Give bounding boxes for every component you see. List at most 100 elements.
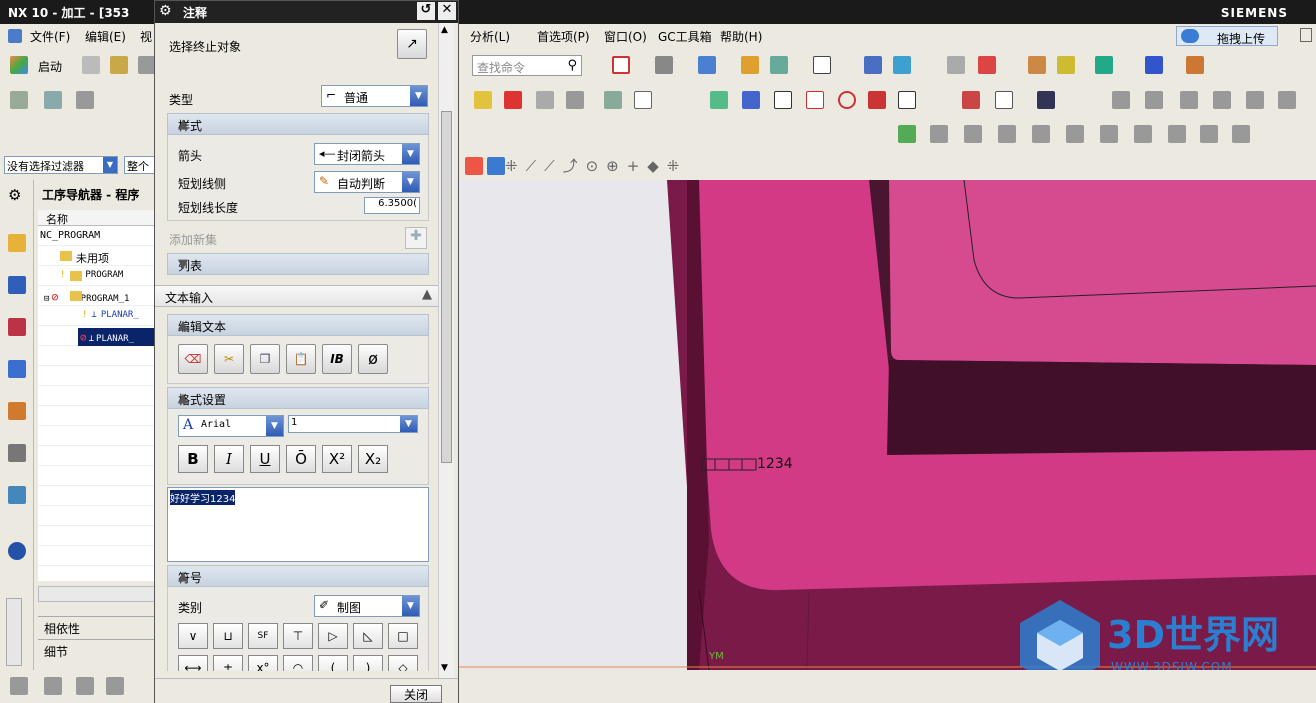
start-menu-button[interactable]: 启动 bbox=[38, 58, 62, 75]
add-set-button[interactable]: ✚ bbox=[405, 227, 427, 249]
create-geometry-icon[interactable] bbox=[76, 91, 94, 109]
report-icon[interactable] bbox=[1232, 125, 1250, 143]
upload-button[interactable]: 拖拽上传 bbox=[1176, 26, 1278, 46]
symbol-arc[interactable]: ◠ bbox=[283, 655, 313, 671]
line-icon[interactable] bbox=[742, 91, 760, 109]
tree-row-selected[interactable]: ⊘ ⊥ PLANAR_ bbox=[78, 328, 155, 346]
new-file-icon[interactable] bbox=[82, 56, 100, 74]
dimension-icon[interactable] bbox=[1145, 56, 1163, 74]
system-materials-icon[interactable] bbox=[8, 402, 26, 420]
symbol-plus-minus[interactable]: ± bbox=[213, 655, 243, 671]
symbol-depth[interactable]: ⊤ bbox=[283, 623, 313, 649]
collapse-icon[interactable]: ⊟ bbox=[44, 294, 49, 304]
font-select[interactable]: A Arial ▼ bbox=[178, 415, 284, 437]
scrollbar-thumb[interactable] bbox=[441, 111, 452, 463]
symbol-square[interactable]: □ bbox=[388, 623, 418, 649]
analysis-icon[interactable] bbox=[1057, 56, 1075, 74]
menu-preferences[interactable]: 首选项(P) bbox=[537, 28, 590, 45]
annotation-text-area[interactable]: 好好学习1234 bbox=[167, 487, 429, 562]
font-size-select[interactable]: 1 ▼ bbox=[288, 415, 418, 433]
subscript-button[interactable]: X₂ bbox=[358, 445, 388, 473]
postprocess-icon[interactable] bbox=[536, 91, 554, 109]
method-view-icon[interactable] bbox=[106, 677, 124, 695]
holder-icon[interactable] bbox=[998, 125, 1016, 143]
geometry-view-icon[interactable] bbox=[76, 677, 94, 695]
process-studio-icon[interactable] bbox=[8, 444, 26, 462]
create-tool-icon[interactable] bbox=[44, 91, 62, 109]
history-tab-icon[interactable] bbox=[8, 360, 26, 378]
overline-button[interactable]: Ō bbox=[286, 445, 316, 473]
tree-row[interactable]: 未用项 bbox=[60, 250, 109, 266]
menu-gc-toolbox[interactable]: GC工具箱 bbox=[658, 28, 712, 45]
info-icon[interactable] bbox=[8, 542, 26, 560]
cursor-tool-icon[interactable] bbox=[995, 91, 1013, 109]
tree-row[interactable]: NC_PROGRAM bbox=[40, 230, 100, 241]
underline-button[interactable]: U bbox=[250, 445, 280, 473]
section-list[interactable]: 列表 ▼ bbox=[167, 253, 429, 275]
symbol-spotface[interactable]: SF bbox=[248, 623, 278, 649]
pattern-icon[interactable] bbox=[1278, 91, 1296, 109]
program-order-view-icon[interactable] bbox=[10, 677, 28, 695]
type-select[interactable]: ⌐ 普通 ▼ bbox=[321, 85, 428, 107]
generate-path-icon[interactable] bbox=[474, 91, 492, 109]
cut-button[interactable]: ✂ bbox=[214, 344, 244, 374]
symbol-arc-length[interactable]: ⟷ bbox=[178, 655, 208, 671]
layer-settings-icon[interactable] bbox=[947, 56, 965, 74]
measure-icon[interactable] bbox=[1028, 56, 1046, 74]
menu-edit[interactable]: 编辑(E) bbox=[85, 28, 126, 45]
list-tools-icon[interactable] bbox=[1134, 125, 1152, 143]
section-edit-text[interactable]: 编辑文本 ▲ bbox=[167, 314, 429, 336]
scroll-up-icon[interactable]: ▲ bbox=[441, 25, 448, 35]
select-end-button[interactable]: ↗ bbox=[397, 29, 427, 59]
symbol-left-paren[interactable]: ( bbox=[318, 655, 348, 671]
render-style-icon[interactable] bbox=[698, 56, 716, 74]
document-icon[interactable] bbox=[634, 91, 652, 109]
menu-help[interactable]: 帮助(H) bbox=[720, 28, 762, 45]
section-style[interactable]: 样式 ▲ bbox=[167, 113, 429, 135]
offset-icon[interactable] bbox=[898, 91, 916, 109]
category-select[interactable]: ✐ 制图 ▼ bbox=[314, 595, 420, 617]
insert-symbol-button[interactable]: ø bbox=[358, 344, 388, 374]
symbol-diamond[interactable]: ◇ bbox=[388, 655, 418, 671]
edit-tools-icon[interactable] bbox=[1168, 125, 1186, 143]
move-object-icon[interactable] bbox=[893, 56, 911, 74]
column-header-name[interactable]: 名称 bbox=[38, 210, 155, 226]
tab-dependencies[interactable]: 相依性 bbox=[38, 616, 155, 636]
machine-tool-view-icon[interactable] bbox=[44, 677, 62, 695]
symbol-slope[interactable]: ◺ bbox=[353, 623, 383, 649]
tree-row[interactable]: ! ⊥ PLANAR_ bbox=[82, 310, 139, 320]
show-hide-icon[interactable] bbox=[770, 56, 788, 74]
copy-button[interactable]: ❐ bbox=[250, 344, 280, 374]
tab-details[interactable]: 细节 bbox=[38, 639, 155, 659]
comment-icon[interactable] bbox=[1066, 125, 1084, 143]
ruler-icon[interactable] bbox=[1186, 56, 1204, 74]
arrow-tool-icon[interactable] bbox=[962, 91, 980, 109]
snap-point-icon[interactable] bbox=[978, 56, 996, 74]
paste-button[interactable]: 📋 bbox=[286, 344, 316, 374]
fit-view-icon[interactable] bbox=[612, 56, 630, 74]
bold-button[interactable]: B bbox=[178, 445, 208, 473]
symbol-degree[interactable]: x° bbox=[248, 655, 278, 671]
info-panel-icon[interactable] bbox=[1100, 125, 1118, 143]
reuse-library-icon[interactable] bbox=[8, 318, 26, 336]
clear-text-button[interactable]: ⌫ bbox=[178, 344, 208, 374]
gear-icon[interactable]: ⚙ bbox=[8, 186, 21, 204]
tree-row[interactable]: ! PROGRAM bbox=[60, 270, 123, 281]
output-cls-icon[interactable] bbox=[604, 91, 622, 109]
tree-row[interactable]: ⊟ ⊘ PROGRAM_1 bbox=[44, 290, 129, 304]
create-program-icon[interactable] bbox=[10, 91, 28, 109]
close-button[interactable]: 关闭 bbox=[390, 685, 442, 703]
cube-select-icon[interactable] bbox=[487, 157, 505, 175]
roles-tab-icon[interactable] bbox=[8, 486, 26, 504]
restore-icon[interactable] bbox=[1300, 28, 1312, 42]
spline-icon[interactable] bbox=[868, 91, 886, 109]
selection-icon[interactable] bbox=[1095, 56, 1113, 74]
menu-window[interactable]: 窗口(O) bbox=[604, 28, 647, 45]
symbol-conical-taper[interactable]: ▷ bbox=[318, 623, 348, 649]
stub-side-select[interactable]: ✎ 自动判断 ▼ bbox=[314, 171, 420, 193]
zoom-component-icon[interactable] bbox=[1246, 91, 1264, 109]
machine-icon[interactable] bbox=[930, 125, 948, 143]
tool-path-icon[interactable] bbox=[1200, 125, 1218, 143]
verify-path-icon[interactable] bbox=[504, 91, 522, 109]
hatch-icon[interactable] bbox=[774, 91, 792, 109]
